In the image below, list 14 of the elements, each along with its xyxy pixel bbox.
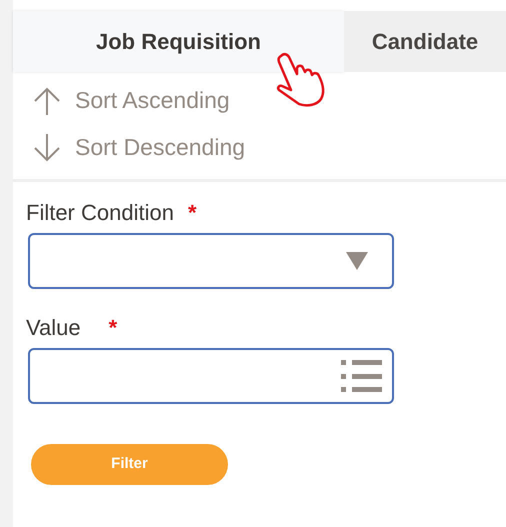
tab[interactable]: Candidate: [344, 11, 506, 72]
down-arrow-icon: [33, 132, 61, 164]
tab[interactable]: Job Requisition: [13, 11, 344, 72]
dropdown-triangle-icon: [346, 252, 368, 270]
sort-option[interactable]: Sort Descending: [75, 130, 246, 165]
filter-button[interactable]: Filter: [31, 444, 228, 485]
required-mark: *: [188, 199, 197, 227]
field-label: Filter Condition: [26, 199, 174, 227]
required-mark: *: [108, 314, 118, 342]
list-icon: [341, 360, 382, 392]
input-field[interactable]: [28, 348, 394, 404]
sort-option[interactable]: Sort Ascending: [75, 83, 230, 118]
dropdown-field[interactable]: [28, 233, 394, 289]
field-label: Value: [26, 314, 81, 342]
